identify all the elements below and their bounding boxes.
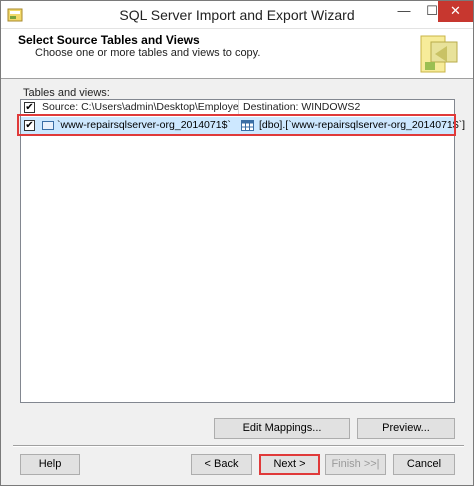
edit-mappings-button[interactable]: Edit Mappings...	[214, 418, 350, 439]
page-subtitle: Choose one or more tables and views to c…	[35, 47, 261, 59]
minimize-button[interactable]: —	[390, 1, 418, 22]
preview-button[interactable]: Preview...	[357, 418, 455, 439]
cancel-button[interactable]: Cancel	[393, 454, 455, 475]
close-button[interactable]: ✕	[438, 1, 473, 22]
wizard-header: Select Source Tables and Views Choose on…	[1, 29, 473, 79]
wizard-window: SQL Server Import and Export Wizard — ☐ …	[0, 0, 474, 486]
row-highlight-annotation	[17, 114, 456, 136]
finish-button[interactable]: Finish >>|	[325, 454, 386, 475]
back-button[interactable]: < Back	[191, 454, 252, 475]
next-button[interactable]: Next >	[259, 454, 320, 475]
select-all-checkbox[interactable]: ✔	[24, 102, 35, 113]
tables-label: Tables and views:	[23, 87, 110, 99]
help-button[interactable]: Help	[20, 454, 80, 475]
page-title: Select Source Tables and Views	[18, 33, 200, 47]
tables-list[interactable]: ✔ Source: C:\Users\admin\Desktop\Employe…	[20, 99, 465, 403]
footer-divider	[13, 445, 464, 447]
title-bar[interactable]: SQL Server Import and Export Wizard — ☐ …	[1, 1, 473, 29]
wizard-graphic-icon	[420, 35, 458, 73]
